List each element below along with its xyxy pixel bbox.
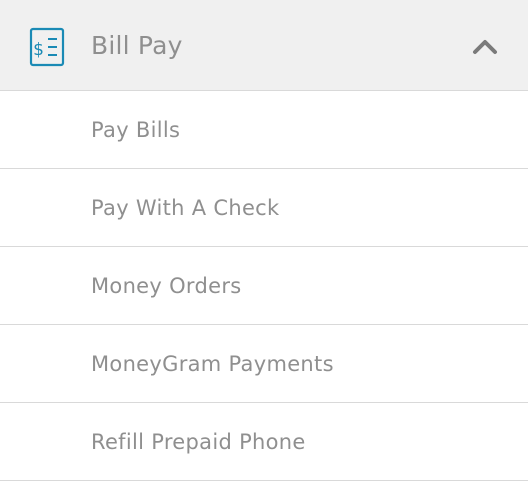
menu-item-label: Pay With A Check <box>91 196 280 220</box>
menu-item-label: Money Orders <box>91 274 242 298</box>
menu-item-label: Refill Prepaid Phone <box>91 430 306 454</box>
menu-item-money-orders[interactable]: Money Orders <box>0 247 528 325</box>
bill-document-icon: $ <box>29 27 65 67</box>
bill-pay-menu: $ Bill Pay Pay Bills Pay With A Check Mo… <box>0 0 528 484</box>
menu-item-label: Pay Bills <box>91 118 181 142</box>
chevron-up-icon[interactable] <box>472 37 498 55</box>
menu-item-pay-with-a-check[interactable]: Pay With A Check <box>0 169 528 247</box>
bill-pay-header[interactable]: $ Bill Pay <box>0 0 528 91</box>
menu-item-refill-prepaid-phone[interactable]: Refill Prepaid Phone <box>0 403 528 481</box>
menu-item-label: MoneyGram Payments <box>91 352 334 376</box>
svg-text:$: $ <box>33 40 44 60</box>
menu-item-pay-bills[interactable]: Pay Bills <box>0 91 528 169</box>
menu-item-moneygram-payments[interactable]: MoneyGram Payments <box>0 325 528 403</box>
header-title: Bill Pay <box>91 31 183 60</box>
